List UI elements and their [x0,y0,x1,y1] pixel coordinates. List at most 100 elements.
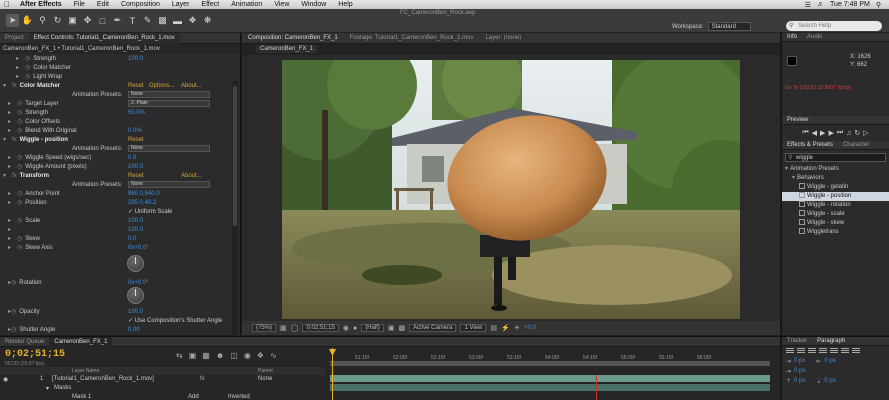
property-value[interactable]: 0x+0.0° [128,245,149,251]
expand-triangle-icon[interactable]: ▾ [46,385,49,392]
menu-file[interactable]: File [68,1,91,8]
property-value[interactable]: 0.0 [128,236,136,242]
tab-composition[interactable]: Composition: CameronBen_FX_1 [242,35,344,41]
resolution-select[interactable]: (Half) [361,324,384,332]
pen-tool-icon[interactable]: ✒ [111,14,124,27]
rectangle-tool-icon[interactable]: □ [96,14,109,27]
tab-paragraph[interactable]: Paragraph [812,338,850,344]
wifi-icon[interactable]: ☰ [805,1,811,9]
current-time-display[interactable]: 0;02;51;15 [302,324,339,332]
expand-triangle-icon[interactable]: ▸ [8,163,14,170]
expand-triangle-icon[interactable]: ▾ [3,82,9,89]
puppet-tool-icon[interactable]: ❋ [201,14,214,27]
justify-right-icon[interactable] [841,348,849,354]
preset-item[interactable]: Wiggle - scale [782,210,889,219]
fx-toggle-icon[interactable]: fx [12,173,17,179]
reset-link[interactable]: Reset [128,137,144,143]
work-area-bar[interactable] [330,361,770,366]
mask-duration-bar[interactable] [330,384,770,391]
preset-item[interactable]: Wiggle - gelatin [782,183,889,192]
preset-item[interactable]: Wiggle - rotation [782,201,889,210]
reset-link[interactable]: Reset [128,83,144,89]
eraser-tool-icon[interactable]: ▬ [171,14,184,27]
frame-blending-icon[interactable]: ◫ [230,351,238,360]
align-center-icon[interactable] [797,348,805,354]
first-line-indent-value[interactable]: 0 px [794,368,805,374]
tab-tracker[interactable]: Tracker [782,338,812,344]
next-frame-icon[interactable]: ▶ [828,129,833,137]
property-value[interactable]: 100.0 [128,218,143,224]
expand-triangle-icon[interactable]: ▸ [16,64,22,71]
property-value[interactable]: 285.0,40.2 [128,200,156,206]
menu-help[interactable]: Help [332,1,358,8]
live-update-icon[interactable]: ▣ [189,351,197,360]
graph-editor-icon[interactable]: ∿ [270,351,277,360]
layer-name[interactable]: [Tutorial1_CameronBen_Rock_1.mov] [52,376,154,382]
tab-info[interactable]: Info [782,34,802,40]
last-frame-icon[interactable]: ⏭ [837,129,843,137]
stopwatch-icon[interactable]: ◷ [17,235,22,242]
rotate-tool-icon[interactable]: ↻ [51,14,64,27]
align-left-icon[interactable] [786,348,794,354]
preset-item[interactable]: Wiggle - position [782,192,889,201]
apple-icon[interactable]:  [0,0,14,9]
play-icon[interactable]: ▶ [820,129,825,137]
stopwatch-icon[interactable]: ◷ [25,55,30,62]
expand-triangle-icon[interactable]: ▸ [16,55,22,62]
stopwatch-icon[interactable]: ◷ [17,154,22,161]
space-before-value[interactable]: 0 px [794,378,805,384]
draft-3d-icon[interactable]: ▦ [202,351,210,360]
composition-frame-image[interactable] [282,60,740,319]
brainstorm-icon[interactable]: ❖ [257,351,264,360]
roto-brush-tool-icon[interactable]: ❖ [186,14,199,27]
stopwatch-icon[interactable]: ◷ [11,279,16,286]
animation-presets-select[interactable]: None [128,91,210,98]
preset-folder[interactable]: ▾ Behaviors [782,174,889,183]
column-parent[interactable]: Parent [258,368,273,374]
stopwatch-icon[interactable]: ◷ [17,100,22,107]
expand-triangle-icon[interactable]: ▸ [8,190,14,197]
region-of-interest-icon[interactable]: ▣ [388,324,395,332]
shy-layers-icon[interactable]: ☻ [216,351,224,360]
expand-triangle-icon[interactable]: ▸ [0,308,11,315]
reset-exposure-icon[interactable]: ☀ [514,324,520,332]
about-link[interactable]: About... [181,173,202,179]
first-frame-icon[interactable]: ⏮ [802,129,808,137]
property-value[interactable]: 0.5 [128,155,136,161]
composition-viewer[interactable] [242,55,780,321]
layer-duration-bar[interactable] [330,375,770,382]
grid-icon[interactable]: ▦ [280,324,287,332]
property-value[interactable]: 960.0,540.0 [128,191,160,197]
tab-effect-controls[interactable]: Effect Controls: Tutorial1_CameronBen_Ro… [28,33,180,44]
rotation-value[interactable]: 0x+0.0° [128,280,149,286]
expand-triangle-icon[interactable]: ▸ [8,109,14,116]
effects-search-input[interactable]: ⚲ wiggle [785,153,886,162]
layer-row-masks[interactable]: ▾ Masks [0,385,325,394]
justify-left-icon[interactable] [819,348,827,354]
expand-triangle-icon[interactable]: ▸ [8,100,14,107]
column-layer-name[interactable]: Layer Name [72,368,99,374]
use-comp-shutter-checkbox[interactable]: ✓ Use Composition's Shutter Angle [128,317,222,324]
motion-blur-icon[interactable]: ◉ [244,351,251,360]
property-value[interactable]: 100.0 [128,56,143,62]
camera-tool-icon[interactable]: ▣ [66,14,79,27]
comp-mini-flowchart-icon[interactable]: ⇆ [176,351,183,360]
expand-triangle-icon[interactable]: ▸ [16,73,22,80]
tab-audio[interactable]: Audio [802,34,827,40]
expand-triangle-icon[interactable]: ▸ [8,235,14,242]
fast-previews-icon[interactable]: ⚡ [501,324,510,332]
stopwatch-icon[interactable]: ◷ [17,244,22,251]
exposure-value[interactable]: +0.0 [524,325,536,331]
stopwatch-icon[interactable]: ◷ [17,163,22,170]
mask-mode-select[interactable]: Add [188,394,199,400]
justify-center-icon[interactable] [830,348,838,354]
layer-row-1[interactable]: ◉ 1 [Tutorial1_CameronBen_Rock_1.mov] fx… [0,376,325,385]
menu-animation[interactable]: Animation [225,1,268,8]
tab-footage[interactable]: Footage: Tutorial1_CameronBen_Rock_1.mov [344,35,480,41]
tab-render-queue[interactable]: Render Queue [0,339,49,345]
expand-triangle-icon[interactable]: ▸ [8,244,14,251]
scrollbar-thumb[interactable] [233,86,237,226]
expand-triangle-icon[interactable]: ▸ [8,154,14,161]
transparency-grid-icon[interactable]: ▩ [398,324,405,332]
tab-preview[interactable]: Preview [782,117,813,123]
